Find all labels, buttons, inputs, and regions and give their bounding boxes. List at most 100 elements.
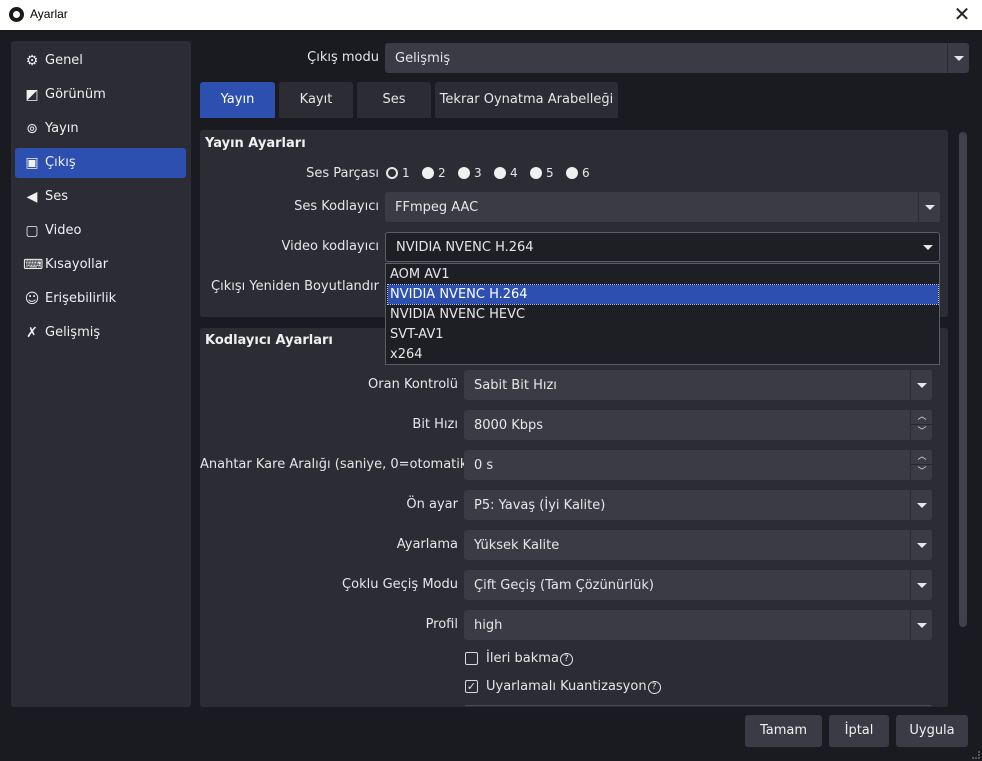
rate-control-label: Oran Kontrolü bbox=[368, 377, 458, 392]
radio-button-icon bbox=[422, 167, 434, 179]
window-title: Ayarlar bbox=[30, 7, 68, 21]
keyframe-interval-spinbox[interactable]: 0 s ︿ ﹀ bbox=[464, 450, 933, 480]
chevron-down-icon bbox=[910, 610, 932, 640]
keyframe-interval-label: Anahtar Kare Aralığı (saniye, 0=otomatik… bbox=[200, 457, 473, 472]
obs-logo-icon bbox=[9, 7, 24, 22]
sidebar-item-hotkeys[interactable]: ⌨ Kısayollar bbox=[15, 250, 186, 280]
sidebar-item-accessibility[interactable]: ☺ Erişebilirlik bbox=[15, 284, 186, 314]
bitrate-label: Bit Hızı bbox=[412, 417, 458, 432]
radio-button-icon bbox=[566, 167, 578, 179]
tuning-value: Yüksek Kalite bbox=[474, 538, 560, 553]
gear-icon: ⚙ bbox=[25, 53, 39, 69]
sidebar-item-label: Yayın bbox=[45, 121, 79, 136]
dropdown-option[interactable]: NVIDIA NVENC H.264 bbox=[387, 284, 939, 305]
keyboard-icon: ⌨ bbox=[23, 257, 44, 273]
accessibility-icon: ☺ bbox=[24, 291, 40, 307]
encoder-settings-title: Kodlayıcı Ayarları bbox=[205, 333, 333, 348]
sidebar-item-label: Çıkış bbox=[45, 155, 76, 170]
video-encoder-dropdown-list: AOM AV1 NVIDIA NVENC H.264 NVIDIA NVENC … bbox=[385, 263, 940, 365]
sidebar-item-stream[interactable]: ⊚ Yayın bbox=[15, 114, 186, 144]
chevron-down-icon bbox=[910, 530, 932, 560]
appearance-icon: ◩ bbox=[25, 87, 39, 103]
audio-encoder-value: FFmpeg AAC bbox=[395, 200, 479, 215]
radio-label: 5 bbox=[546, 166, 554, 180]
radio-label: 6 bbox=[582, 166, 590, 180]
sidebar-item-label: Kısayollar bbox=[45, 257, 109, 272]
ok-button[interactable]: Tamam bbox=[745, 715, 822, 747]
scrollbar-thumb[interactable] bbox=[959, 132, 967, 627]
radio-label: 1 bbox=[402, 166, 410, 180]
multipass-select[interactable]: Çift Geçiş (Tam Çözünürlük) bbox=[464, 570, 932, 600]
rate-control-value: Sabit Bit Hızı bbox=[474, 378, 557, 393]
sidebar-item-label: Genel bbox=[45, 53, 83, 68]
stream-settings-title: Yayın Ayarları bbox=[205, 136, 306, 151]
sidebar-item-video[interactable]: ▢ Video bbox=[15, 216, 186, 246]
tab-audio[interactable]: Ses bbox=[357, 82, 431, 118]
sidebar-item-advanced[interactable]: ✗ Gelişmiş bbox=[15, 318, 186, 348]
sidebar-item-output[interactable]: ▣ Çıkış bbox=[15, 148, 186, 178]
spin-arrows: ︿ ﹀ bbox=[910, 450, 933, 480]
rate-control-select[interactable]: Sabit Bit Hızı bbox=[464, 370, 932, 400]
broadcast-icon: ⊚ bbox=[26, 121, 38, 137]
apply-button[interactable]: Uygula bbox=[896, 715, 968, 747]
sidebar-item-appearance[interactable]: ◩ Görünüm bbox=[15, 80, 186, 110]
help-icon[interactable]: ? bbox=[559, 653, 573, 666]
radio-button-icon bbox=[530, 167, 542, 179]
sidebar-item-general[interactable]: ⚙ Genel bbox=[15, 46, 186, 76]
video-encoder-select[interactable]: NVIDIA NVENC H.264 bbox=[385, 232, 940, 262]
dropdown-option[interactable]: AOM AV1 bbox=[388, 265, 938, 284]
close-icon[interactable]: ✕ bbox=[950, 2, 974, 26]
radio-button-icon bbox=[494, 167, 506, 179]
chevron-up-icon[interactable]: ︿ bbox=[911, 450, 933, 465]
preset-value: P5: Yavaş (İyi Kalite) bbox=[474, 498, 606, 513]
video-encoder-label: Video kodlayıcı bbox=[281, 239, 379, 254]
profile-select[interactable]: high bbox=[464, 610, 932, 640]
adaptive-quantization-label: Uyarlamalı Kuantizasyon bbox=[486, 679, 647, 694]
output-mode-label: Çıkış modu bbox=[307, 50, 379, 65]
dropdown-option[interactable]: x264 bbox=[388, 345, 938, 364]
radio-button-icon bbox=[386, 167, 398, 179]
bitrate-spinbox[interactable]: 8000 Kbps ︿ ﹀ bbox=[464, 410, 933, 440]
output-mode-select[interactable]: Gelişmiş bbox=[385, 43, 969, 73]
tab-replay-buffer[interactable]: Tekrar Oynatma Arabelleği bbox=[435, 82, 618, 118]
vertical-scrollbar[interactable] bbox=[957, 130, 969, 707]
bitrate-value: 8000 Kbps bbox=[474, 418, 544, 433]
monitor-icon: ▢ bbox=[25, 223, 39, 239]
dropdown-option[interactable]: SVT-AV1 bbox=[388, 325, 938, 344]
sidebar-item-label: Ses bbox=[45, 189, 69, 204]
chevron-down-icon bbox=[918, 192, 940, 222]
sidebar-item-label: Gelişmiş bbox=[45, 325, 101, 340]
field-divider bbox=[465, 705, 931, 706]
tuning-label: Ayarlama bbox=[396, 537, 458, 552]
audio-encoder-label: Ses Kodlayıcı bbox=[294, 199, 379, 214]
chevron-down-icon bbox=[947, 43, 969, 73]
profile-value: high bbox=[474, 618, 503, 633]
tools-icon: ✗ bbox=[26, 325, 38, 341]
rescale-output-label: Çıkışı Yeniden Boyutlandır bbox=[211, 279, 379, 294]
look-ahead-label: İleri bakma bbox=[486, 651, 559, 666]
radio-label: 2 bbox=[438, 166, 446, 180]
chevron-down-icon[interactable]: ﹀ bbox=[911, 465, 933, 480]
chevron-up-icon[interactable]: ︿ bbox=[911, 410, 933, 425]
dropdown-option[interactable]: NVIDIA NVENC HEVC bbox=[388, 305, 938, 324]
audio-encoder-select[interactable]: FFmpeg AAC bbox=[385, 192, 940, 222]
video-encoder-value: NVIDIA NVENC H.264 bbox=[396, 240, 534, 255]
tab-stream[interactable]: Yayın bbox=[200, 82, 275, 118]
title-bar: Ayarlar ✕ bbox=[0, 0, 982, 30]
sidebar-item-audio[interactable]: ◀ Ses bbox=[15, 182, 186, 212]
help-icon[interactable]: ? bbox=[647, 681, 661, 694]
tuning-select[interactable]: Yüksek Kalite bbox=[464, 530, 932, 560]
speaker-icon: ◀ bbox=[26, 189, 38, 205]
cancel-button[interactable]: İptal bbox=[829, 715, 889, 747]
preset-label: Ön ayar bbox=[406, 497, 458, 512]
chevron-down-icon bbox=[910, 490, 932, 520]
settings-sidebar: ⚙ Genel ◩ Görünüm ⊚ Yayın ▣ Çıkış ◀ Ses … bbox=[11, 41, 191, 707]
multipass-label: Çoklu Geçiş Modu bbox=[342, 577, 458, 592]
output-icon: ▣ bbox=[25, 155, 39, 171]
preset-select[interactable]: P5: Yavaş (İyi Kalite) bbox=[464, 490, 932, 520]
tab-recording[interactable]: Kayıt bbox=[279, 82, 353, 118]
chevron-down-icon[interactable]: ﹀ bbox=[911, 425, 933, 440]
resize-grip-icon[interactable] bbox=[972, 751, 980, 759]
sidebar-item-label: Erişebilirlik bbox=[45, 291, 117, 306]
sidebar-item-label: Görünüm bbox=[45, 87, 106, 102]
